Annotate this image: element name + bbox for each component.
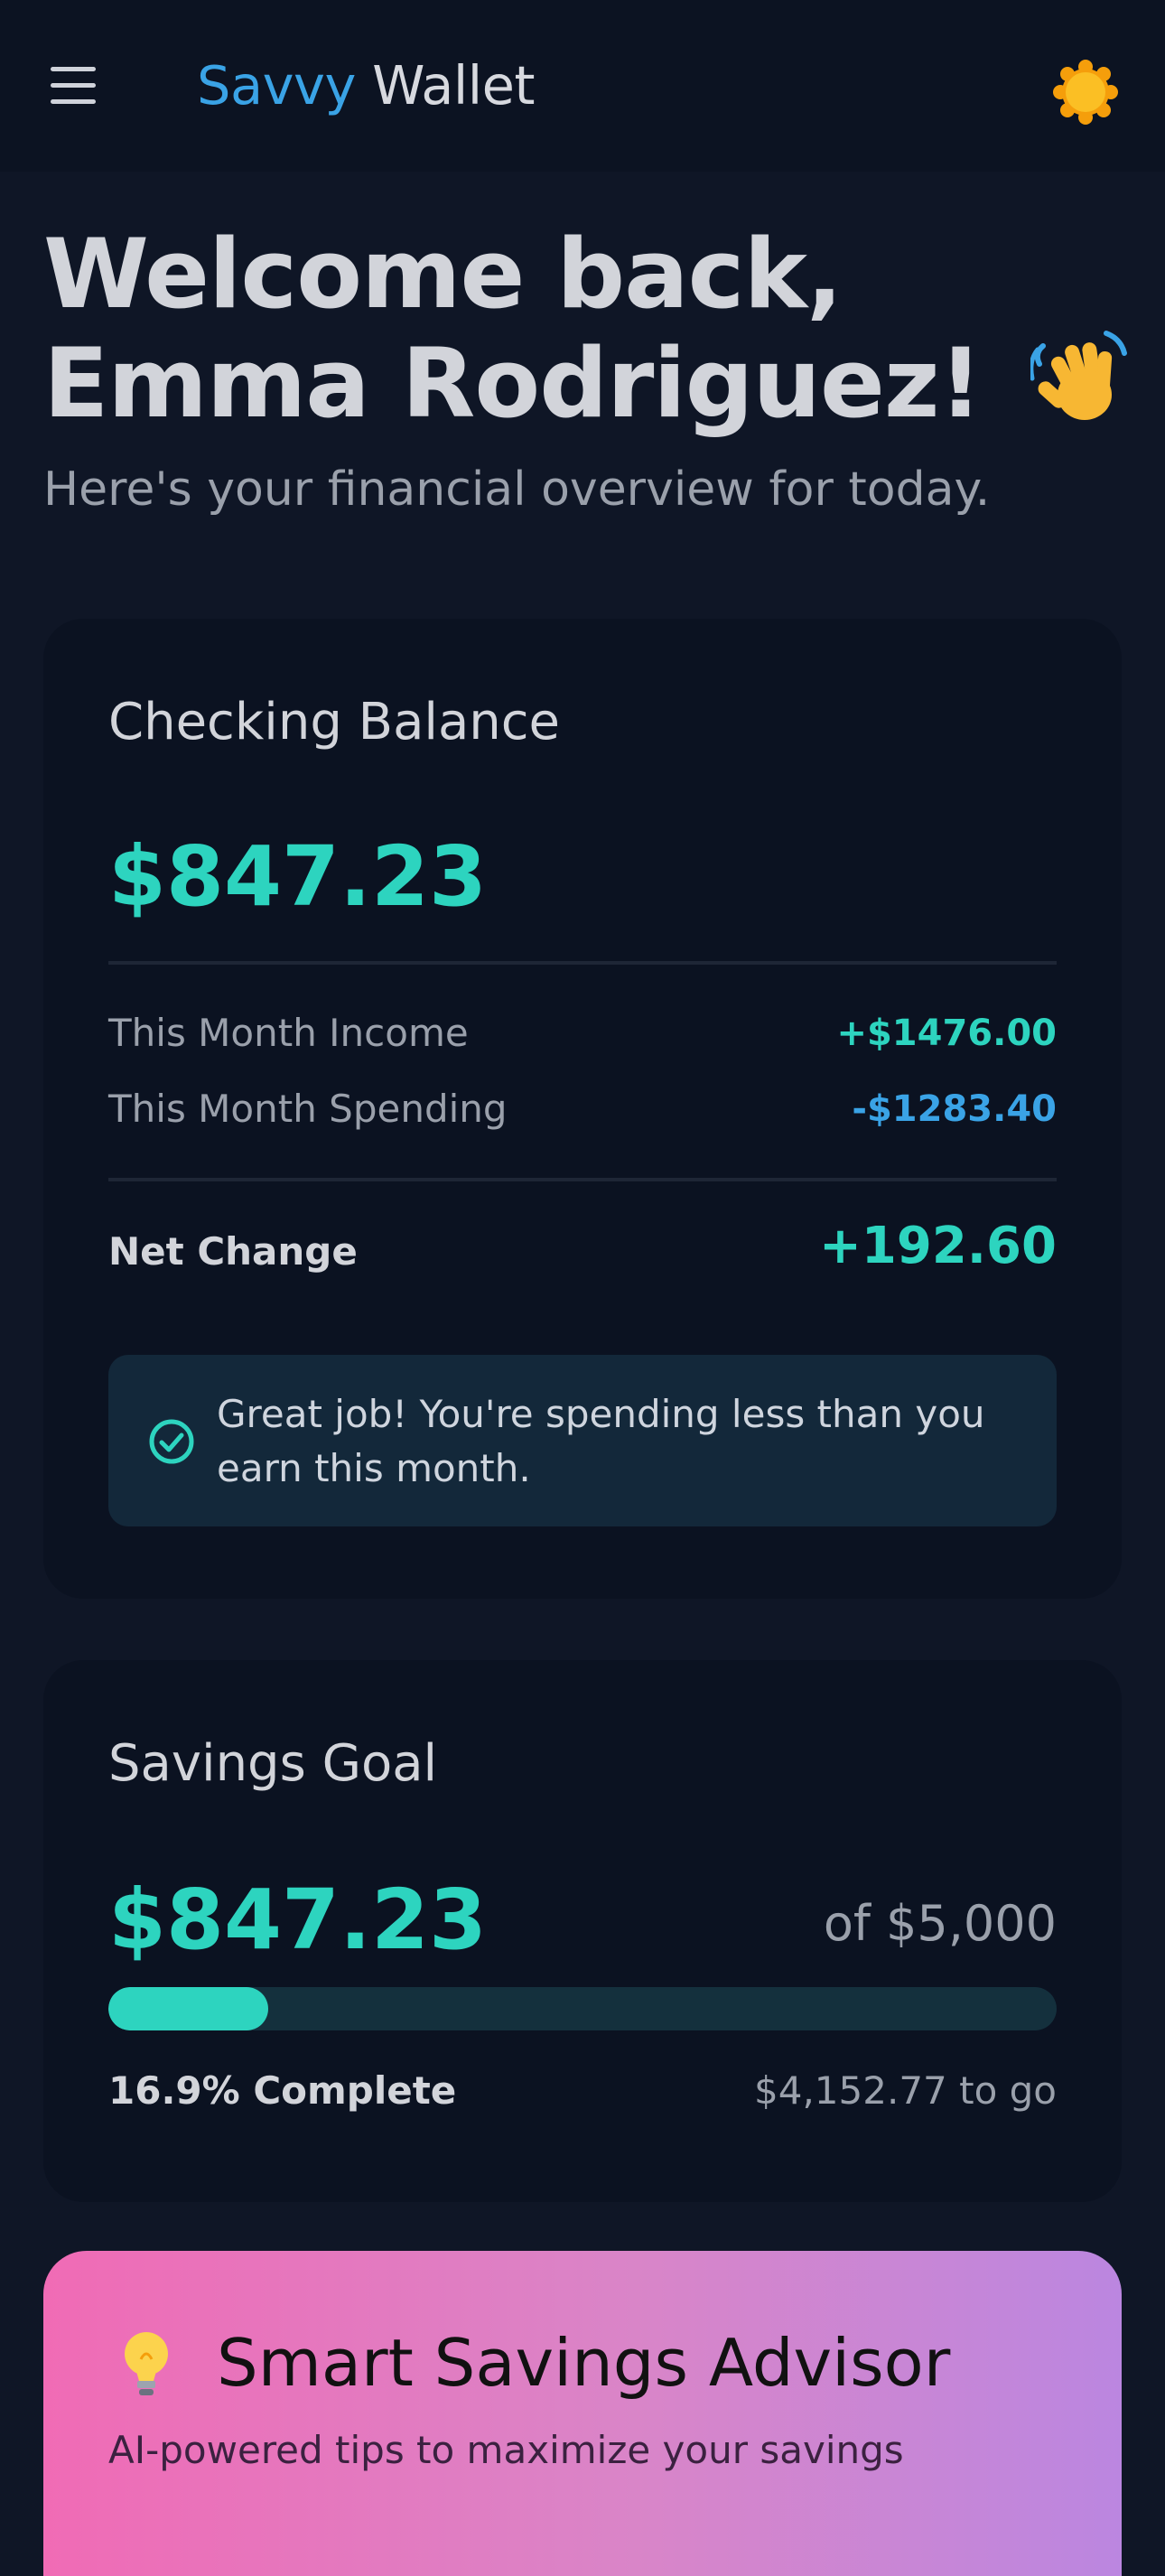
income-label: This Month Income — [108, 1011, 469, 1055]
sun-icon[interactable] — [1053, 60, 1118, 125]
checking-balance-amount: $847.23 — [108, 828, 488, 925]
net-change-label: Net Change — [108, 1229, 358, 1274]
savings-progress-bar — [108, 1987, 1057, 2030]
hamburger-menu-icon[interactable] — [47, 61, 103, 112]
spending-notice: Great job! You're spending less than you… — [108, 1355, 1057, 1526]
savings-remaining-text: $4,152.77 to go — [754, 2068, 1057, 2113]
waving-hand-icon — [1029, 331, 1127, 420]
spending-label: This Month Spending — [108, 1087, 508, 1131]
advisor-title: Smart Savings Advisor — [217, 2325, 951, 2401]
welcome-heading: Welcome back, Emma Rodriguez! — [43, 221, 1136, 437]
income-value: +$1476.00 — [836, 1013, 1057, 1054]
divider — [108, 1178, 1057, 1181]
app-logo[interactable]: Savvy Wallet — [197, 54, 536, 117]
lightbulb-icon — [125, 2332, 168, 2395]
checking-card-title: Checking Balance — [108, 693, 561, 751]
savings-goal-card: Savings Goal $847.23 of $5,000 16.9% Com… — [43, 1660, 1122, 2202]
divider — [108, 961, 1057, 965]
spending-value: -$1283.40 — [852, 1088, 1057, 1130]
savings-complete-text: 16.9% Complete — [108, 2068, 457, 2113]
savings-amount: $847.23 — [108, 1871, 488, 1968]
check-circle-icon — [149, 1419, 194, 1464]
smart-savings-advisor-card[interactable]: Smart Savings Advisor AI-powered tips to… — [43, 2251, 1122, 2576]
net-change-value: +192.60 — [818, 1217, 1057, 1275]
notice-text: Great job! You're spending less than you… — [217, 1392, 985, 1490]
savings-progress-fill — [108, 1987, 269, 2030]
top-bar: Savvy Wallet — [0, 0, 1165, 172]
welcome-subtitle: Here's your financial overview for today… — [43, 462, 991, 517]
savings-card-title: Savings Goal — [108, 1734, 438, 1793]
savings-goal-total: of $5,000 — [823, 1895, 1057, 1952]
advisor-subtitle: AI-powered tips to maximize your savings — [108, 2428, 904, 2472]
checking-balance-card: Checking Balance $847.23 This Month Inco… — [43, 619, 1122, 1599]
brand-second: Wallet — [372, 54, 536, 117]
brand-first: Savvy — [197, 54, 356, 117]
welcome-title: Welcome back, Emma Rodriguez! — [43, 219, 983, 439]
